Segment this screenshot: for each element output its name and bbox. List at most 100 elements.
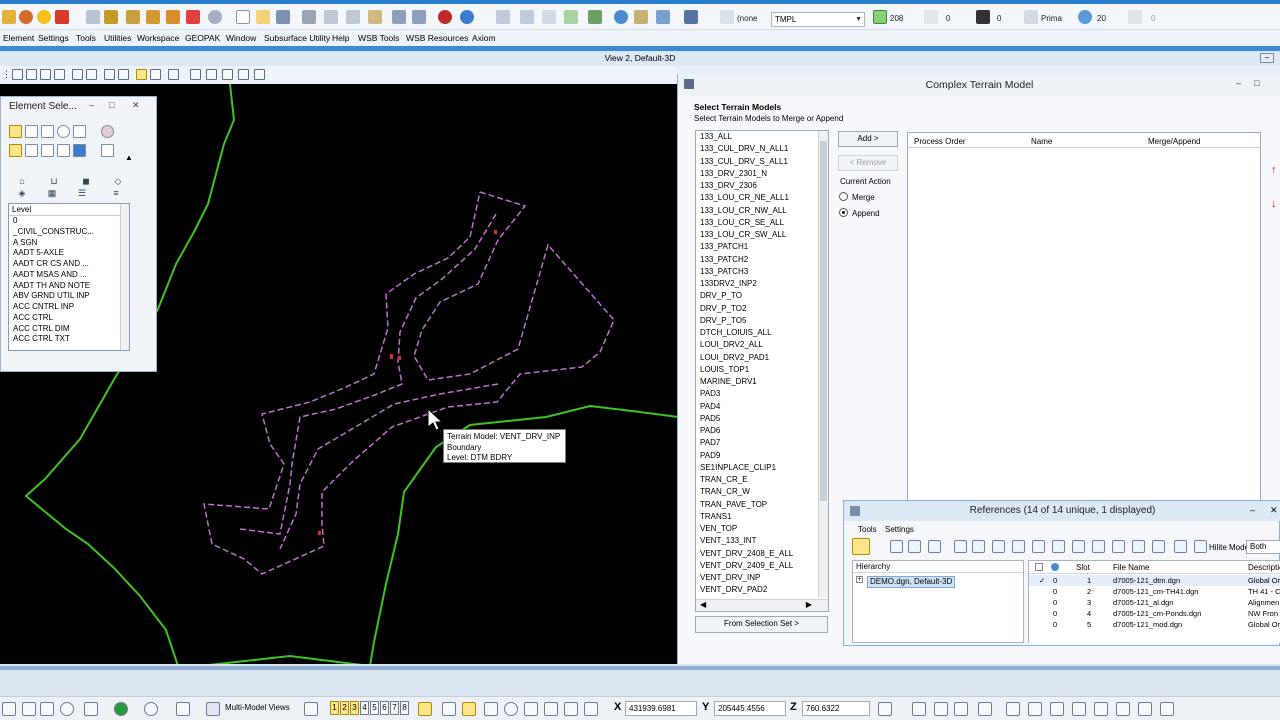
camera-icon[interactable] [656, 10, 670, 24]
view-button-8[interactable]: 8 [400, 701, 409, 715]
info-icon[interactable] [614, 10, 628, 24]
print-icon[interactable] [302, 10, 316, 24]
display-column-icon[interactable] [1035, 563, 1043, 571]
view-groups-icon[interactable] [304, 702, 318, 716]
add-button[interactable]: Add > [838, 131, 898, 147]
terrain-model-item[interactable]: TRAN_PAVE_TOP [696, 499, 820, 511]
priority-icon[interactable] [1024, 10, 1038, 24]
level-item[interactable]: 0 [9, 216, 119, 227]
terrain-model-item[interactable]: MARINE_DRV1 [696, 376, 820, 388]
terrain-model-item[interactable]: VENT_DRV_PAD2 [696, 584, 820, 596]
level-item[interactable]: ACC CNTRL INP [9, 302, 119, 313]
view-group-select[interactable]: Multi-Model Views [222, 701, 296, 716]
new-mode-icon[interactable] [9, 144, 22, 157]
slot-header[interactable]: Slot [1076, 563, 1090, 572]
menu-element[interactable]: Element [3, 33, 34, 43]
pan-view-icon[interactable] [104, 69, 115, 80]
level-scrollbar[interactable] [120, 204, 129, 350]
terrain-model-item[interactable]: PAD4 [696, 401, 820, 413]
process-order-grid[interactable]: Process Order Name Merge/Append [907, 132, 1261, 504]
sheet-icon[interactable] [520, 10, 534, 24]
terrain-model-item[interactable]: PAD6 [696, 425, 820, 437]
terrain-model-item[interactable]: 133_CUL_DRV_N_ALL1 [696, 143, 820, 155]
clip-delete-icon[interactable] [1112, 540, 1125, 553]
view-button-4[interactable]: 4 [360, 701, 369, 715]
scroll-left-icon[interactable]: ◀ [700, 600, 706, 609]
delete-icon[interactable] [954, 702, 968, 716]
color-value[interactable]: (none [737, 14, 757, 23]
measure-icon[interactable] [86, 10, 100, 24]
display-style-icon[interactable] [190, 69, 201, 80]
level-item[interactable]: A SGN [9, 238, 119, 249]
expand-icon[interactable]: + [856, 576, 863, 583]
render-icon[interactable] [206, 69, 217, 80]
terrain-model-item[interactable]: DRV_P_TO5 [696, 315, 820, 327]
terrain-model-item[interactable]: 133_DRV_2306 [696, 180, 820, 192]
line-style-value[interactable]: 0 [946, 14, 950, 23]
transparency-icon[interactable] [1078, 10, 1092, 24]
maximize-icon[interactable]: □ [1254, 78, 1259, 88]
level-item[interactable]: AADT 5-AXLE [9, 248, 119, 259]
class-icon[interactable] [1128, 10, 1142, 24]
tab-weights[interactable]: ☰ [69, 188, 95, 201]
level-item[interactable]: ACC CTRL [9, 313, 119, 324]
mirror-icon[interactable] [912, 702, 926, 716]
priority-value[interactable]: Prima [1041, 14, 1062, 23]
z-coordinate-field[interactable]: 760.6322 [802, 701, 870, 716]
circle-select-icon[interactable] [57, 125, 70, 138]
menu-utilities[interactable]: Utilities [104, 33, 131, 43]
reference-row[interactable]: 0 4 d7005-121_cm-Ponds.dgn NW Fron [1029, 608, 1280, 619]
select-all-icon[interactable] [101, 144, 114, 157]
levels-view-icon[interactable] [238, 69, 249, 80]
weight-value[interactable]: 208 [890, 14, 903, 23]
view-button-5[interactable]: 5 [370, 701, 379, 715]
x-coordinate-field[interactable]: 431939.6981 [625, 701, 697, 716]
reference-row[interactable]: 0 3 d7005-121_al.dgn Alignmen [1029, 597, 1280, 608]
rotate-icon[interactable] [19, 10, 33, 24]
view-group-icon[interactable] [206, 702, 220, 716]
tab-classes[interactable]: ≡ [103, 188, 129, 201]
bird-icon[interactable] [146, 10, 160, 24]
terrain-model-item[interactable]: 133_DRV_2301_N [696, 168, 820, 180]
smartline-icon[interactable] [2, 10, 16, 24]
clip-volume-icon[interactable] [168, 69, 179, 80]
search-icon[interactable] [208, 10, 222, 24]
close-icon[interactable]: ✕ [132, 100, 140, 111]
mirror-h-icon[interactable] [1032, 540, 1045, 553]
snap-keypoint-icon[interactable] [484, 702, 498, 716]
menu-window[interactable]: Window [226, 33, 256, 43]
terrain-model-item[interactable]: VENT_133_INT [696, 535, 820, 547]
line-select-icon[interactable] [73, 125, 86, 138]
hilite-mode-select[interactable]: Both [1246, 540, 1280, 554]
insert-vertex-icon[interactable] [1160, 702, 1174, 716]
lock-icon[interactable] [878, 702, 892, 716]
class-value[interactable]: 0 [1151, 14, 1155, 23]
fit-view-icon[interactable] [72, 69, 83, 80]
minimize-icon[interactable]: – [89, 100, 94, 110]
reload-icon[interactable] [908, 540, 921, 553]
add-mode-icon[interactable] [25, 144, 38, 157]
grid-lock-icon[interactable] [22, 702, 36, 716]
color-icon[interactable] [720, 10, 734, 24]
rotate-reference-icon[interactable] [1012, 540, 1025, 553]
menu-tools[interactable]: Tools [76, 33, 96, 43]
view-button-3[interactable]: 3 [350, 701, 359, 715]
pencil-icon[interactable] [55, 10, 69, 24]
tab-colors[interactable]: ▦ [39, 188, 65, 201]
view-button-6[interactable]: 6 [380, 701, 389, 715]
from-selection-set-button[interactable]: From Selection Set > [695, 616, 828, 633]
copy-icon[interactable] [346, 10, 360, 24]
snap-center-icon[interactable] [504, 702, 518, 716]
zoom-select-icon[interactable] [634, 10, 648, 24]
terrain-model-item[interactable]: VEN_TOP [696, 523, 820, 535]
terrain-model-item[interactable]: 133_PATCH1 [696, 241, 820, 253]
break-icon[interactable] [1116, 702, 1130, 716]
terrain-model-item[interactable]: 133_LOU_CR_SW_ALL [696, 229, 820, 241]
menu-workspace[interactable]: Workspace [137, 33, 179, 43]
clip-front-icon[interactable] [1132, 540, 1145, 553]
menu-geopak[interactable]: GEOPAK [185, 33, 220, 43]
menu-axiom[interactable]: Axiom [472, 33, 496, 43]
terrain-vertical-scrollbar[interactable] [818, 131, 828, 598]
smartline-status-icon[interactable] [442, 702, 456, 716]
redo-icon[interactable] [412, 10, 426, 24]
